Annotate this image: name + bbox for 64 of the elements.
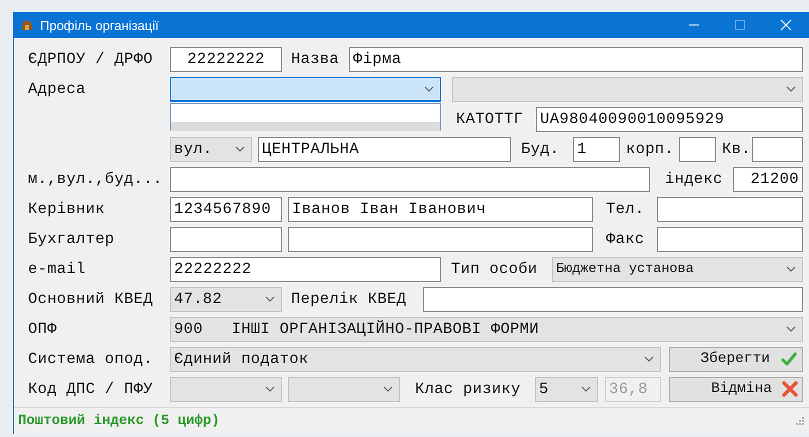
chevron-down-icon [786, 326, 796, 332]
dropdown[interactable]: Бюджетна установа [552, 256, 803, 282]
input-field[interactable] [657, 226, 803, 252]
input-field[interactable]: 1234567890 [170, 196, 282, 222]
field-label: Факс [606, 230, 646, 248]
field-label: Перелік КВЕД [291, 290, 408, 308]
field-label: Основний КВЕД [28, 290, 154, 308]
input-field[interactable]: 21200 [733, 166, 803, 192]
field-label: Тип особи [451, 260, 538, 278]
status-text: Поштовий індекс (5 цифр) [18, 413, 220, 429]
chevron-down-icon [581, 386, 591, 392]
chevron-down-icon [265, 386, 275, 392]
field-label: ЄДРПОУ / ДРФО [28, 50, 154, 68]
input-field[interactable] [423, 286, 803, 312]
input-field[interactable] [752, 136, 803, 162]
chevron-down-icon [424, 86, 434, 92]
input-field[interactable]: 22222222 [170, 46, 282, 72]
input-field[interactable]: Фірма [349, 46, 803, 72]
input-field[interactable] [170, 166, 650, 192]
window-title: Профіль організації [40, 18, 159, 32]
resize-grip-icon[interactable] [795, 416, 805, 426]
field-label: Кв. [722, 140, 752, 158]
chevron-down-icon [786, 86, 796, 92]
input-field[interactable]: ЦЕНТРАЛЬНА [258, 136, 511, 162]
input-field[interactable] [288, 226, 593, 252]
dropdown[interactable]: 47.82 [170, 286, 282, 312]
dropdown[interactable] [170, 76, 441, 102]
input-field[interactable]: 22222222 [170, 256, 441, 282]
chevron-down-icon [786, 266, 796, 272]
field-label: Бухгалтер [28, 230, 116, 248]
chevron-down-icon [265, 296, 275, 302]
input-field[interactable]: 1 [573, 136, 620, 162]
input-field[interactable] [679, 136, 716, 162]
field-label: ОПФ [28, 320, 58, 338]
field-label: Клас ризику [415, 380, 522, 398]
chevron-down-icon [383, 386, 393, 392]
dialog-button[interactable]: Відміна [669, 376, 803, 402]
dropdown[interactable]: вул. [170, 136, 252, 162]
field-label: корп. [626, 140, 676, 158]
field-label: Керівник [28, 200, 106, 218]
field-label: e-mail [28, 260, 87, 278]
app-icon [20, 18, 34, 32]
input-field[interactable] [657, 196, 803, 222]
field-label: КАТОТТГ [456, 110, 524, 128]
field-label: Система опод. [28, 350, 154, 368]
chevron-down-icon [235, 146, 245, 152]
dropdown[interactable]: 900 ІНШІ ОРГАНІЗАЦІЙНО-ПРАВОВІ ФОРМИ [170, 316, 803, 342]
dropdown[interactable]: 5 [535, 376, 598, 402]
field-label: м.,вул.,буд... [28, 170, 164, 188]
field-label: Буд. [521, 140, 560, 158]
field-label: Адреса [28, 80, 87, 98]
input-field[interactable]: Іванов Іван Іванович [288, 196, 593, 222]
input-field[interactable] [170, 226, 282, 252]
dialog-button[interactable]: Зберегти [669, 346, 803, 372]
check-icon [780, 351, 798, 367]
dropdown-list[interactable] [170, 103, 441, 131]
dropdown[interactable]: Єдиний податок [170, 346, 661, 372]
field-label: індекс [665, 170, 724, 188]
field-label: Код ДПС / ПФУ [28, 380, 154, 398]
field-label: Тел. [606, 200, 646, 218]
input-field[interactable]: UA98040090010095929 [536, 106, 803, 132]
cross-icon [782, 381, 798, 397]
field-label: Назва [291, 50, 340, 68]
chevron-down-icon [644, 356, 654, 362]
